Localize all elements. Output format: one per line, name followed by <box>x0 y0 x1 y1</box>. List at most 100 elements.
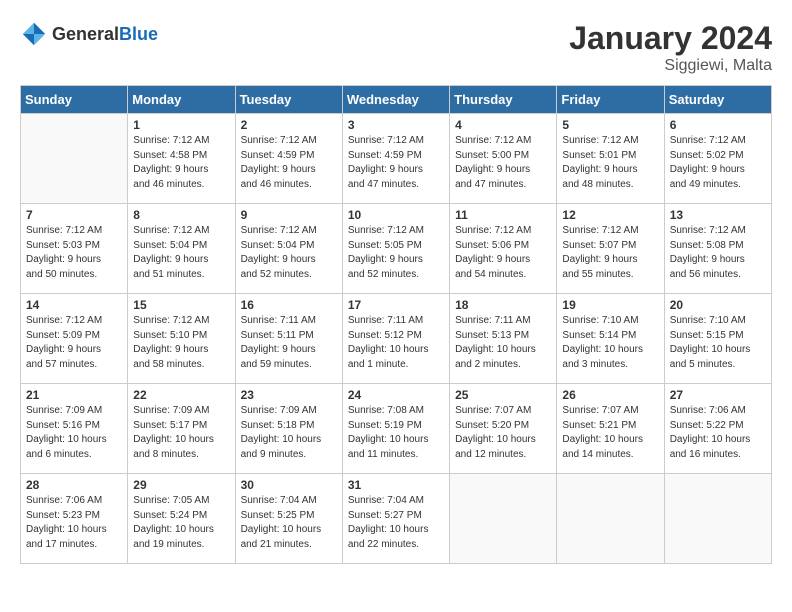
day-info: Sunrise: 7:10 AM Sunset: 5:14 PM Dayligh… <box>562 314 658 372</box>
calendar-cell-w1-d3: 10 Sunrise: 7:12 AM Sunset: 5:05 PM Dayli… <box>342 204 449 294</box>
day-number: 9 <box>241 208 337 222</box>
location-subtitle: Siggiewi, Malta <box>569 57 772 75</box>
calendar-cell-w3-d3: 24Sunrise: 7:08 AM Sunset: 5:19 PM Dayli… <box>342 384 449 474</box>
day-info: Sunrise: 7:04 AM Sunset: 5:27 PM Dayligh… <box>348 494 444 552</box>
day-number: 15 <box>133 298 229 312</box>
calendar-cell-w3-d2: 23 Sunrise: 7:09 AM Sunset: 5:18 PM Dayli… <box>235 384 342 474</box>
day-number: 14 <box>26 298 122 312</box>
logo-blue: Blue <box>119 24 158 44</box>
day-info: Sunrise: 7:11 AM Sunset: 5:12 PM Dayligh… <box>348 314 444 372</box>
calendar-cell-w0-d6: 6Sunrise: 7:12 AM Sunset: 5:02 PM Daylig… <box>664 114 771 204</box>
day-info: Sunrise: 7:06 AM Sunset: 5:22 PM Dayligh… <box>670 404 766 462</box>
day-number: 18 <box>455 298 551 312</box>
calendar-cell-w0-d1: 1 Sunrise: 7:12 AM Sunset: 4:58 PM Daylig… <box>128 114 235 204</box>
day-info: Sunrise: 7:09 AM Sunset: 5:16 PM Dayligh… <box>26 404 122 462</box>
day-info: Sunrise: 7:06 AM Sunset: 5:23 PM Dayligh… <box>26 494 122 552</box>
header-thursday: Thursday <box>450 86 557 114</box>
day-info: Sunrise: 7:05 AM Sunset: 5:24 PM Dayligh… <box>133 494 229 552</box>
calendar-cell-w1-d0: 7 Sunrise: 7:12 AM Sunset: 5:03 PM Daylig… <box>21 204 128 294</box>
day-info: Sunrise: 7:12 AM Sunset: 5:01 PM Dayligh… <box>562 134 658 192</box>
day-number: 11 <box>455 208 551 222</box>
calendar-week-3: 21 Sunrise: 7:09 AM Sunset: 5:16 PM Dayli… <box>21 384 772 474</box>
title-block: January 2024 Siggiewi, Malta <box>569 20 772 75</box>
day-info: Sunrise: 7:12 AM Sunset: 5:04 PM Dayligh… <box>241 224 337 282</box>
day-number: 12 <box>562 208 658 222</box>
day-number: 3 <box>348 118 444 132</box>
calendar-week-0: 1 Sunrise: 7:12 AM Sunset: 4:58 PM Daylig… <box>21 114 772 204</box>
day-number: 2 <box>241 118 337 132</box>
day-info: Sunrise: 7:12 AM Sunset: 5:10 PM Dayligh… <box>133 314 229 372</box>
day-number: 21 <box>26 388 122 402</box>
day-info: Sunrise: 7:12 AM Sunset: 5:04 PM Dayligh… <box>133 224 229 282</box>
day-number: 23 <box>241 388 337 402</box>
calendar-cell-w0-d3: 3 Sunrise: 7:12 AM Sunset: 4:59 PM Daylig… <box>342 114 449 204</box>
calendar-cell-w1-d5: 12 Sunrise: 7:12 AM Sunset: 5:07 PM Dayli… <box>557 204 664 294</box>
header-sunday: Sunday <box>21 86 128 114</box>
calendar-week-1: 7 Sunrise: 7:12 AM Sunset: 5:03 PM Daylig… <box>21 204 772 294</box>
header-monday: Monday <box>128 86 235 114</box>
day-info: Sunrise: 7:11 AM Sunset: 5:13 PM Dayligh… <box>455 314 551 372</box>
calendar-cell-w2-d5: 19 Sunrise: 7:10 AM Sunset: 5:14 PM Dayli… <box>557 294 664 384</box>
calendar-cell-w1-d6: 13 Sunrise: 7:12 AM Sunset: 5:08 PM Dayli… <box>664 204 771 294</box>
month-year-title: January 2024 <box>569 20 772 57</box>
day-number: 30 <box>241 478 337 492</box>
day-info: Sunrise: 7:12 AM Sunset: 5:07 PM Dayligh… <box>562 224 658 282</box>
day-info: Sunrise: 7:04 AM Sunset: 5:25 PM Dayligh… <box>241 494 337 552</box>
day-number: 31 <box>348 478 444 492</box>
calendar-cell-w0-d0 <box>21 114 128 204</box>
day-number: 26 <box>562 388 658 402</box>
day-info: Sunrise: 7:12 AM Sunset: 5:00 PM Dayligh… <box>455 134 551 192</box>
day-info: Sunrise: 7:12 AM Sunset: 5:03 PM Dayligh… <box>26 224 122 282</box>
header-row: Sunday Monday Tuesday Wednesday Thursday… <box>21 86 772 114</box>
day-info: Sunrise: 7:11 AM Sunset: 5:11 PM Dayligh… <box>241 314 337 372</box>
calendar-cell-w2-d4: 18 Sunrise: 7:11 AM Sunset: 5:13 PM Dayli… <box>450 294 557 384</box>
logo: GeneralBlue <box>20 20 158 48</box>
day-number: 25 <box>455 388 551 402</box>
page-header: GeneralBlue January 2024 Siggiewi, Malta <box>20 20 772 75</box>
day-info: Sunrise: 7:12 AM Sunset: 4:59 PM Dayligh… <box>348 134 444 192</box>
day-info: Sunrise: 7:09 AM Sunset: 5:17 PM Dayligh… <box>133 404 229 462</box>
calendar-cell-w2-d6: 20Sunrise: 7:10 AM Sunset: 5:15 PM Dayli… <box>664 294 771 384</box>
day-number: 6 <box>670 118 766 132</box>
day-number: 8 <box>133 208 229 222</box>
calendar-cell-w2-d0: 14 Sunrise: 7:12 AM Sunset: 5:09 PM Dayli… <box>21 294 128 384</box>
calendar-cell-w1-d2: 9 Sunrise: 7:12 AM Sunset: 5:04 PM Daylig… <box>235 204 342 294</box>
day-number: 10 <box>348 208 444 222</box>
header-saturday: Saturday <box>664 86 771 114</box>
logo-general: General <box>52 24 119 44</box>
day-number: 4 <box>455 118 551 132</box>
calendar-cell-w4-d6 <box>664 474 771 564</box>
calendar-cell-w2-d3: 17 Sunrise: 7:11 AM Sunset: 5:12 PM Dayli… <box>342 294 449 384</box>
calendar-cell-w3-d4: 25 Sunrise: 7:07 AM Sunset: 5:20 PM Dayli… <box>450 384 557 474</box>
day-number: 13 <box>670 208 766 222</box>
day-number: 5 <box>562 118 658 132</box>
day-info: Sunrise: 7:12 AM Sunset: 5:08 PM Dayligh… <box>670 224 766 282</box>
calendar-cell-w4-d0: 28 Sunrise: 7:06 AM Sunset: 5:23 PM Dayli… <box>21 474 128 564</box>
day-number: 7 <box>26 208 122 222</box>
header-friday: Friday <box>557 86 664 114</box>
day-number: 28 <box>26 478 122 492</box>
calendar-cell-w2-d2: 16 Sunrise: 7:11 AM Sunset: 5:11 PM Dayli… <box>235 294 342 384</box>
calendar-cell-w4-d4 <box>450 474 557 564</box>
day-info: Sunrise: 7:12 AM Sunset: 5:06 PM Dayligh… <box>455 224 551 282</box>
day-number: 1 <box>133 118 229 132</box>
day-info: Sunrise: 7:07 AM Sunset: 5:21 PM Dayligh… <box>562 404 658 462</box>
day-info: Sunrise: 7:08 AM Sunset: 5:19 PM Dayligh… <box>348 404 444 462</box>
day-info: Sunrise: 7:10 AM Sunset: 5:15 PM Dayligh… <box>670 314 766 372</box>
day-info: Sunrise: 7:12 AM Sunset: 5:09 PM Dayligh… <box>26 314 122 372</box>
day-number: 27 <box>670 388 766 402</box>
calendar-cell-w0-d2: 2Sunrise: 7:12 AM Sunset: 4:59 PM Daylig… <box>235 114 342 204</box>
day-info: Sunrise: 7:09 AM Sunset: 5:18 PM Dayligh… <box>241 404 337 462</box>
calendar-cell-w4-d5 <box>557 474 664 564</box>
day-number: 16 <box>241 298 337 312</box>
day-number: 22 <box>133 388 229 402</box>
day-number: 17 <box>348 298 444 312</box>
calendar-cell-w4-d3: 31 Sunrise: 7:04 AM Sunset: 5:27 PM Dayli… <box>342 474 449 564</box>
day-info: Sunrise: 7:12 AM Sunset: 5:05 PM Dayligh… <box>348 224 444 282</box>
day-number: 19 <box>562 298 658 312</box>
calendar-cell-w1-d1: 8 Sunrise: 7:12 AM Sunset: 5:04 PM Daylig… <box>128 204 235 294</box>
calendar-cell-w2-d1: 15 Sunrise: 7:12 AM Sunset: 5:10 PM Dayli… <box>128 294 235 384</box>
day-info: Sunrise: 7:07 AM Sunset: 5:20 PM Dayligh… <box>455 404 551 462</box>
day-info: Sunrise: 7:12 AM Sunset: 4:58 PM Dayligh… <box>133 134 229 192</box>
calendar-cell-w0-d4: 4 Sunrise: 7:12 AM Sunset: 5:00 PM Daylig… <box>450 114 557 204</box>
